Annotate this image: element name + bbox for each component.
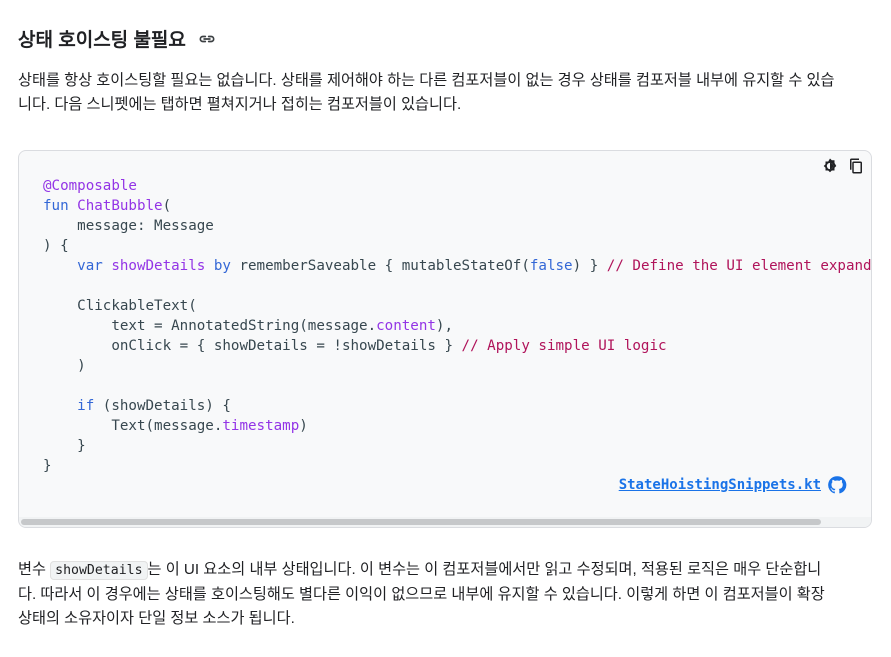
code-line: var showDetails by rememberSaveable { mu… (43, 256, 872, 276)
code-block: @Composable fun ChatBubble( message: Mess… (18, 150, 872, 528)
code-token: @Composable (43, 178, 137, 194)
code-token: onClick = { showDetails = !showDetails } (43, 338, 462, 354)
code-token: (showDetails) { (102, 398, 231, 414)
code-line: ClickableText( (43, 296, 871, 316)
code-content: @Composable fun ChatBubble( message: Mess… (43, 176, 872, 476)
intro-line-2: 니다. 다음 스니펫에는 탭하면 펼쳐지거나 접히는 컴포저블이 있습니다. (18, 96, 462, 113)
code-line: } (43, 436, 871, 456)
outro-line-1: 변수 showDetails 는 이 UI 요소의 내부 상태입니다. 이 변수는… (18, 558, 876, 583)
section-heading: 상태 호이스팅 불필요 (18, 25, 218, 52)
outro-line-1-pre: 변수 (18, 561, 51, 578)
code-token: showDetails (111, 258, 214, 274)
code-token: ClickableText( (43, 298, 197, 314)
code-line: ) (43, 356, 871, 376)
code-line: } (43, 456, 871, 476)
code-token: // Define the UI element expanded (606, 258, 872, 274)
code-token: ) { (43, 238, 69, 254)
scrollbar-thumb[interactable] (21, 519, 821, 525)
code-toolbar (819, 155, 867, 177)
code-line: if (showDetails) { (43, 396, 871, 416)
code-line: fun ChatBubble( (43, 196, 871, 216)
copy-icon[interactable] (845, 155, 867, 177)
code-line: message: Message (43, 216, 871, 236)
code-token: timestamp (222, 418, 300, 434)
source-file-link[interactable]: StateHoistingSnippets.kt (619, 477, 821, 493)
code-line: text = AnnotatedString(message.content), (43, 316, 871, 336)
outro-line-3: 상태의 소유자이자 단일 정보 소스가 됩니다. (18, 610, 295, 627)
code-token: if (77, 398, 103, 414)
link-icon[interactable] (196, 28, 218, 50)
code-token: false (529, 258, 573, 274)
code-token: ( (162, 198, 172, 214)
horizontal-scrollbar[interactable] (19, 517, 871, 527)
code-token: ) (299, 418, 308, 434)
code-token: // Apply simple UI logic (461, 338, 667, 354)
code-token: } (43, 458, 52, 474)
code-token: content (376, 318, 436, 334)
code-line: onClick = { showDetails = !showDetails }… (43, 336, 871, 356)
code-token: message: Message (43, 218, 214, 234)
code-token: by (213, 258, 240, 274)
outro-line-1-post: 는 이 UI 요소의 내부 상태입니다. 이 변수는 이 컴포저블에서만 읽고 … (147, 561, 822, 578)
code-token: ) } (572, 258, 607, 274)
theme-toggle-icon[interactable] (819, 155, 841, 177)
code-line: @Composable (43, 176, 871, 196)
outro-line-2: 다. 따라서 이 경우에는 상태를 호이스팅해도 별다른 이익이 없으므로 내부… (18, 586, 825, 603)
outro-paragraph: 변수 showDetails 는 이 UI 요소의 내부 상태입니다. 이 변수는… (18, 558, 876, 631)
section-title: 상태 호이스팅 불필요 (18, 30, 186, 51)
github-icon[interactable] (827, 475, 849, 497)
code-token: ) (43, 358, 86, 374)
code-token: fun (43, 198, 78, 214)
code-token: text = AnnotatedString(message. (43, 318, 377, 334)
code-line: Text(message.timestamp) (43, 416, 871, 436)
code-token: rememberSaveable { mutableStateOf( (239, 258, 530, 274)
intro-line-1: 상태를 항상 호이스팅할 필요는 없습니다. 상태를 제어해야 하는 다른 컴포… (18, 72, 835, 89)
code-token: ), (435, 318, 454, 334)
code-token: ChatBubble (77, 198, 163, 214)
intro-paragraph: 상태를 항상 호이스팅할 필요는 없습니다. 상태를 제어해야 하는 다른 컴포… (18, 69, 876, 117)
code-token: } (43, 438, 86, 454)
page: 상태 호이스팅 불필요 상태를 항상 호이스팅할 필요는 없습니다. 상태를 제… (0, 0, 891, 657)
inline-code-showdetails: showDetails (50, 561, 148, 580)
code-token: Text(message. (43, 418, 223, 434)
code-token: var (77, 258, 112, 274)
code-line: ) { (43, 236, 871, 256)
